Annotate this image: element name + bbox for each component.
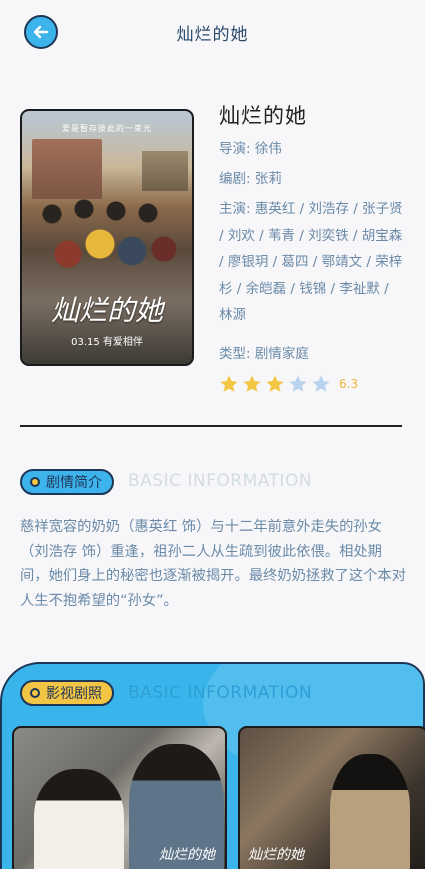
synopsis-section-english: BASIC INFORMATION [128, 471, 313, 491]
still-watermark: 灿烂的她 [248, 847, 304, 863]
movie-poster: 爱是暂存彼此的一束光 灿烂的她 03.15 有爱相伴 [20, 109, 194, 366]
director-info: 导演: 徐伟 [219, 141, 282, 157]
star-icon [312, 375, 330, 392]
synopsis-section-pill: 剧情简介 [20, 469, 114, 495]
writer-info: 编剧: 张莉 [219, 171, 282, 187]
poster-cast-group [28, 189, 188, 289]
pill-dot-icon [30, 688, 40, 698]
synopsis-text: 慈祥宽容的奶奶（惠英红 饰）与十二年前意外走失的孙女（刘浩存 饰）重逢，祖孙二人… [20, 519, 407, 609]
synopsis-section-label: 剧情简介 [46, 475, 102, 491]
star-icon [266, 375, 284, 392]
poster-release-date: 03.15 有爱相伴 [71, 337, 143, 348]
still-image[interactable]: 灿烂的她 [12, 726, 227, 869]
stills-section-english: BASIC INFORMATION [128, 683, 313, 703]
still-figure [330, 754, 410, 869]
poster-tagline: 爱是暂存彼此的一束光 [62, 124, 152, 133]
still-figure [34, 769, 124, 869]
cast-info: 主演: 惠英红 / 刘浩存 / 张子贤 / 刘欢 / 苇青 / 刘奕铁 / 胡宝… [219, 201, 403, 323]
stills-section-pill: 影视剧照 [20, 680, 114, 706]
star-icon [289, 375, 307, 392]
rating-row: 6.3 [219, 374, 358, 394]
still-watermark: 灿烂的她 [159, 847, 215, 863]
poster-title-art: 灿烂的她 [50, 294, 163, 327]
star-icon [220, 375, 238, 392]
pill-dot-icon [30, 477, 40, 487]
star-icon [243, 375, 261, 392]
still-image[interactable]: 灿烂的她 [238, 726, 425, 869]
stills-section-label: 影视剧照 [46, 686, 102, 702]
section-divider [20, 425, 402, 427]
genre-info: 类型: 剧情家庭 [219, 346, 309, 362]
poster-building-right [142, 151, 188, 191]
page-title: 灿烂的她 [176, 25, 249, 45]
rating-score: 6.3 [339, 377, 359, 391]
movie-title: 灿烂的她 [219, 104, 307, 128]
